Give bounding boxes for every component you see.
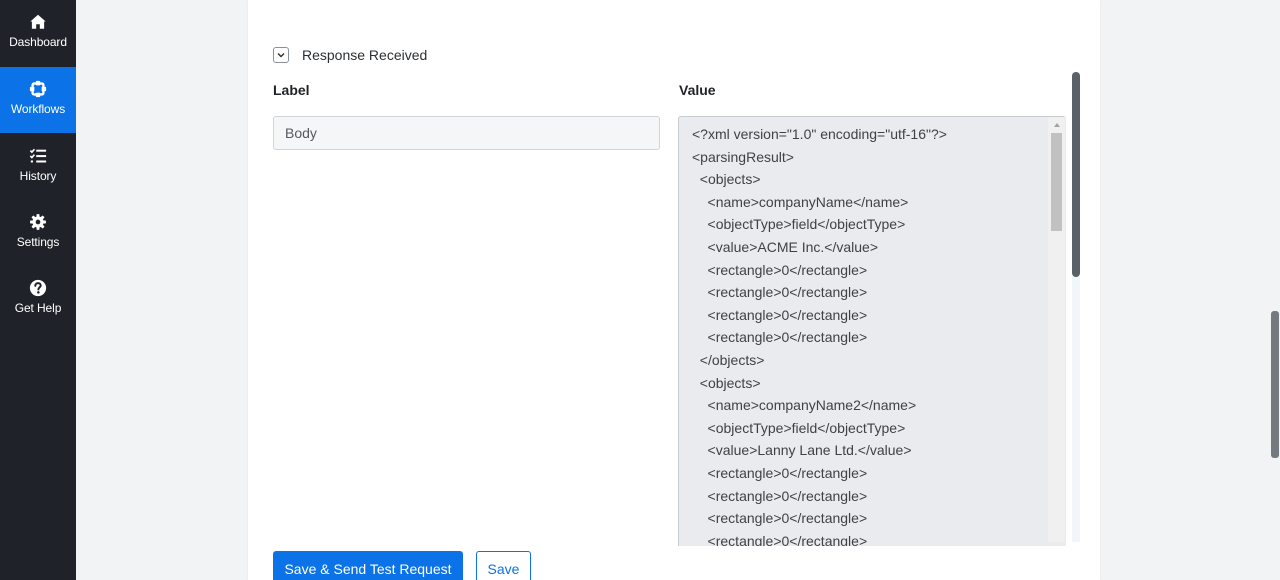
value-line: <name>companyName2</name> <box>692 397 917 414</box>
scroll-up-arrow-icon[interactable] <box>1054 123 1060 127</box>
chevron-down-icon[interactable] <box>273 47 289 63</box>
value-line: <objectType>field</objectType> <box>692 216 906 233</box>
save-send-test-request-button[interactable]: Save & Send Test Request <box>273 551 463 580</box>
sidebar: Dashboard Workflows History Settings Get… <box>0 0 76 580</box>
value-line: </objects> <box>692 351 765 368</box>
value-line: <rectangle>0</rectangle> <box>692 329 868 346</box>
value-line: <rectangle>0</rectangle> <box>692 284 868 301</box>
value-scrollbar-thumb[interactable] <box>1051 133 1062 231</box>
help-circle-icon <box>29 279 47 297</box>
history-list-icon <box>29 148 47 163</box>
value-line: <rectangle>0</rectangle> <box>692 510 868 527</box>
value-line: <rectangle>0</rectangle> <box>692 464 868 481</box>
value-text: <?xml version="1.0" encoding="utf-16"?> <… <box>692 123 947 546</box>
value-line: <parsingResult> <box>692 148 794 165</box>
sidebar-item-label: History <box>19 169 57 183</box>
workflows-icon <box>29 80 47 98</box>
value-line: <name>companyName</name> <box>692 193 909 210</box>
label-field[interactable] <box>273 116 660 150</box>
sidebar-item-dashboard[interactable]: Dashboard <box>0 0 76 66</box>
response-received-toggle[interactable]: Response Received <box>273 47 427 63</box>
value-line: <objectType>field</objectType> <box>692 419 906 436</box>
value-line: <rectangle>0</rectangle> <box>692 532 868 546</box>
label-column-header: Label <box>273 82 310 98</box>
sidebar-item-settings[interactable]: Settings <box>0 200 76 266</box>
sidebar-item-label: Get Help <box>14 301 62 315</box>
value-line: <value>ACME Inc.</value> <box>692 238 878 255</box>
value-textarea[interactable]: <?xml version="1.0" encoding="utf-16"?> <… <box>678 116 1066 546</box>
value-line: <objects> <box>692 171 761 188</box>
section-title: Response Received <box>302 47 428 63</box>
value-line: <value>Lanny Lane Ltd.</value> <box>692 442 912 459</box>
value-line: <rectangle>0</rectangle> <box>692 487 868 504</box>
sidebar-item-history[interactable]: History <box>0 134 76 200</box>
sidebar-item-label: Workflows <box>10 102 66 116</box>
home-icon <box>30 14 46 29</box>
sidebar-item-label: Dashboard <box>9 35 67 49</box>
gear-icon <box>30 214 46 230</box>
sidebar-item-get-help[interactable]: Get Help <box>0 266 76 332</box>
value-line: <rectangle>0</rectangle> <box>692 306 868 323</box>
panel-scrollbar-thumb[interactable] <box>1072 72 1080 277</box>
value-line: <?xml version="1.0" encoding="utf-16"?> <box>692 126 947 142</box>
sidebar-item-label: Settings <box>16 235 60 249</box>
value-column-header: Value <box>679 82 716 98</box>
save-button[interactable]: Save <box>476 551 531 580</box>
value-line: <rectangle>0</rectangle> <box>692 261 868 278</box>
sidebar-item-workflows[interactable]: Workflows <box>0 67 76 133</box>
page-scrollbar-thumb[interactable] <box>1271 311 1279 458</box>
value-line: <objects> <box>692 374 761 391</box>
